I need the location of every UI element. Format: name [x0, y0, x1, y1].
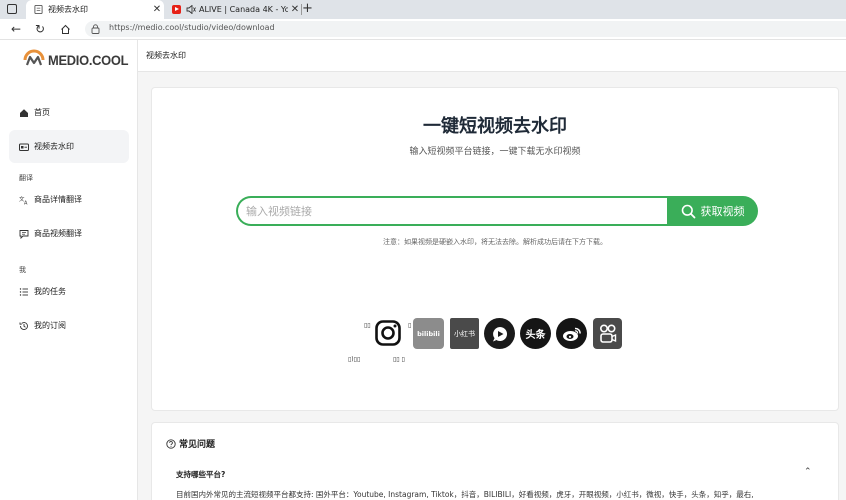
- get-video-label: 获取视频: [700, 206, 745, 218]
- tab-title: ALIVE | Canada 4K - YouTube: [199, 5, 288, 14]
- sidebar-item-my-tasks[interactable]: 我的任务: [9, 275, 129, 308]
- browser-tab-bar: 视频去水印 ✕ ALIVE | Canada 4K - YouTube ✕ +: [0, 0, 846, 19]
- new-tab-icon[interactable]: +: [302, 1, 313, 16]
- home-icon: [20, 108, 28, 117]
- sidebar-item-label: 我的订阅: [34, 321, 66, 330]
- url-field[interactable]: https://medio.cool/studio/video/download: [85, 21, 846, 37]
- history-icon: [19, 321, 28, 330]
- video-watermark-icon: [19, 143, 29, 151]
- chevron-up-icon[interactable]: ⌃: [804, 467, 812, 477]
- douyin-icon: [492, 326, 507, 341]
- page-title: 视频去水印: [146, 51, 186, 60]
- sidebar-item-label: 首页: [34, 108, 50, 117]
- list-icon: [19, 287, 28, 296]
- home-icon[interactable]: [57, 21, 73, 37]
- sidebar-section-translate: 翻译: [19, 174, 33, 182]
- sidebar-item-watermark-removal[interactable]: 视频去水印: [9, 130, 129, 163]
- logo[interactable]: MEDIO.COOL: [22, 49, 135, 71]
- back-arrow-icon[interactable]: ←: [8, 21, 24, 37]
- sidebar-item-label: 我的任务: [34, 287, 66, 296]
- sidebar-item-label: 商品视频翻译: [34, 229, 82, 238]
- platform-instagram[interactable]: [373, 318, 403, 348]
- tab-title: 视频去水印: [48, 5, 88, 14]
- tab-close-icon[interactable]: ✕: [150, 4, 164, 15]
- sidebar-item-my-subscriptions[interactable]: 我的订阅: [9, 309, 129, 342]
- window-menu-icon[interactable]: [7, 4, 17, 14]
- platform-label-placeholder: ▯▯: [364, 322, 371, 329]
- sidebar-item-product-detail-translate[interactable]: 文A 商品详情翻译: [9, 183, 129, 216]
- weibo-icon: [562, 327, 581, 341]
- platform-kuaishou[interactable]: [593, 318, 622, 349]
- reload-icon[interactable]: ↻: [32, 21, 48, 37]
- tab-close-icon[interactable]: ✕: [288, 4, 302, 15]
- url-text: https://medio.cool/studio/video/download: [109, 23, 275, 32]
- main-header: 视频去水印: [138, 40, 846, 72]
- sidebar-item-home[interactable]: 首页: [9, 96, 129, 129]
- sidebar-item-label: 视频去水印: [34, 142, 74, 151]
- search-bar: 获取视频: [236, 196, 758, 226]
- platform-toutiao[interactable]: 头条: [520, 318, 551, 349]
- hero-subtitle: 输入短视频平台链接，一键下载无水印视频: [409, 147, 581, 157]
- platform-xiaohongshu[interactable]: 小红书: [450, 318, 479, 349]
- video-link-input[interactable]: [236, 196, 676, 226]
- svg-text:A: A: [24, 200, 28, 205]
- platform-label-placeholder: ▯)▯▯: [348, 356, 361, 363]
- watermark-note: 注意：如果视频是硬嵌入水印，将无法去除。解析成功后请在下方下载。: [383, 238, 607, 246]
- download-card: 一键短视频去水印 输入短视频平台链接，一键下载无水印视频 获取视频 注意：如果视…: [151, 87, 839, 411]
- platform-weibo[interactable]: [556, 318, 587, 349]
- sidebar: MEDIO.COOL 首页 视频去水印 翻译 文A 商品详情翻译 商品视频翻译 …: [0, 40, 138, 500]
- faq-answer: 目前国内外常见的主流短视频平台都支持: 国外平台：Youtube, Instag…: [176, 490, 754, 499]
- platform-bilibili[interactable]: bilibili: [413, 318, 444, 349]
- chat-translate-icon: [19, 229, 29, 239]
- instagram-icon: [375, 320, 401, 346]
- logo-mark-icon: [23, 49, 45, 66]
- sidebar-section-me: 我: [19, 266, 26, 274]
- faq-title-text: 常见问题: [179, 440, 216, 450]
- platform-label-placeholder: ▯▯ ▯: [393, 356, 405, 363]
- bilibili-icon: bilibili: [417, 329, 440, 338]
- page-favicon-icon: [34, 5, 43, 14]
- xiaohongshu-icon: 小红书: [454, 329, 475, 338]
- toutiao-icon: 头条: [525, 330, 546, 341]
- browser-tab-active[interactable]: 视频去水印 ✕: [26, 0, 164, 19]
- faq-question[interactable]: 支持哪些平台?: [176, 469, 225, 480]
- youtube-favicon-icon: [172, 5, 181, 14]
- logo-text: MEDIO.COOL: [48, 52, 129, 68]
- address-bar: ← ↻ https://medio.cool/studio/video/down…: [0, 19, 846, 40]
- kuaishou-icon: [599, 323, 616, 343]
- translate-icon: 文A: [19, 195, 28, 205]
- help-circle-icon: [166, 438, 176, 449]
- platform-douyin[interactable]: [484, 318, 515, 349]
- speaker-icon[interactable]: [186, 5, 196, 14]
- lock-icon: [91, 24, 100, 34]
- get-video-button[interactable]: 获取视频: [667, 196, 758, 226]
- platform-label-placeholder: ▯: [408, 322, 412, 329]
- sidebar-item-label: 商品详情翻译: [34, 195, 82, 204]
- faq-section: 常见问题 支持哪些平台? ⌃ 目前国内外常见的主流短视频平台都支持: 国外平台：…: [151, 422, 839, 500]
- hero-title: 一键短视频去水印: [423, 116, 567, 137]
- browser-tab-youtube[interactable]: ALIVE | Canada 4K - YouTube ✕: [164, 0, 302, 19]
- faq-title: 常见问题: [166, 437, 215, 450]
- sidebar-item-product-video-translate[interactable]: 商品视频翻译: [9, 217, 129, 250]
- search-icon: [681, 204, 695, 218]
